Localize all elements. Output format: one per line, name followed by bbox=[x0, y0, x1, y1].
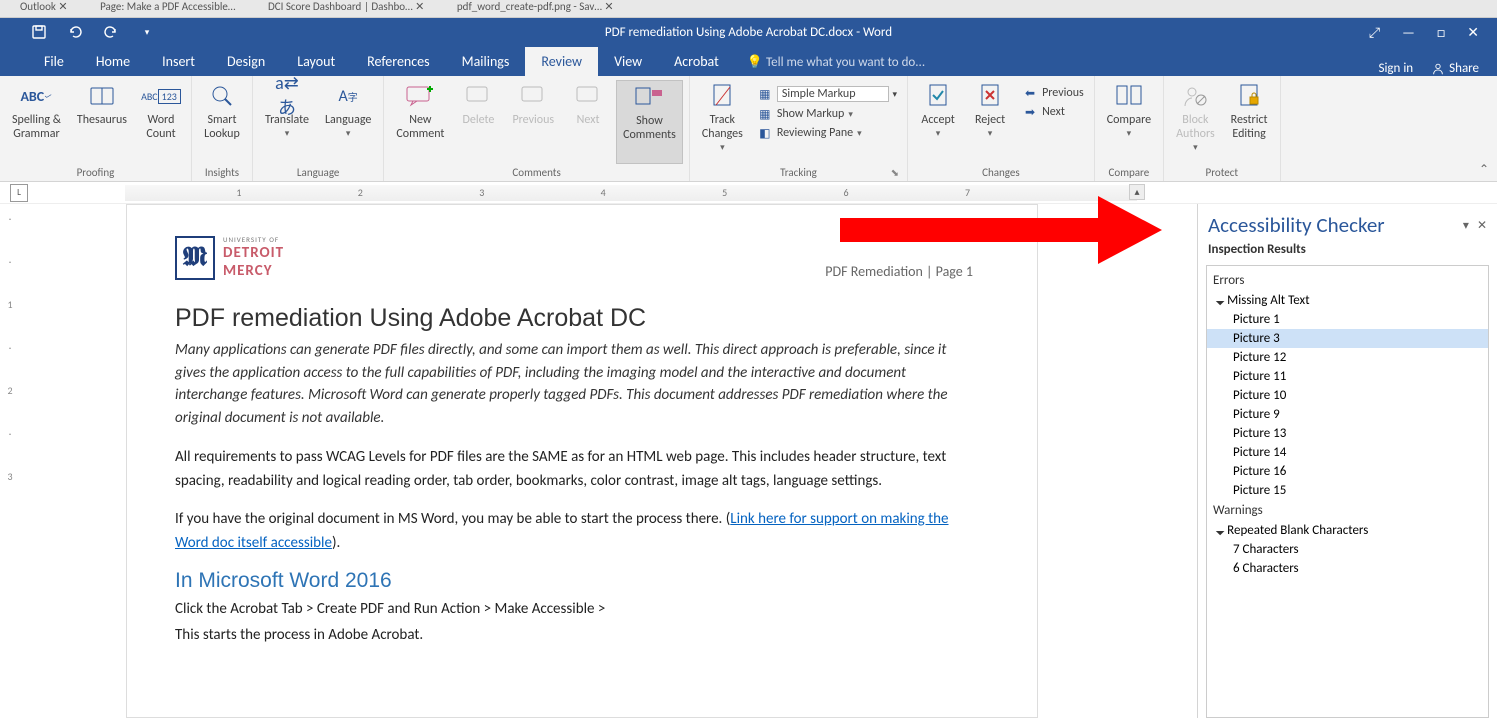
tab-acrobat[interactable]: Acrobat bbox=[658, 47, 735, 76]
doc-lead-paragraph: Many applications can generate PDF files… bbox=[175, 339, 973, 429]
undo-icon[interactable] bbox=[66, 23, 84, 41]
accessibility-warning-item[interactable]: 7 Characters bbox=[1207, 540, 1488, 559]
panel-dropdown-icon[interactable]: ▾ bbox=[1463, 218, 1469, 233]
doc-paragraph: All requirements to pass WCAG Levels for… bbox=[175, 445, 973, 493]
tab-insert[interactable]: Insert bbox=[146, 47, 211, 76]
accessibility-error-item[interactable]: Picture 15 bbox=[1207, 481, 1488, 500]
group-label: Tracking bbox=[780, 166, 817, 179]
ribbon: ABCSpelling & Grammar Thesaurus ABC123Wo… bbox=[0, 76, 1497, 182]
tab-selector[interactable]: L bbox=[10, 184, 28, 202]
changes-previous-button[interactable]: ⬅Previous bbox=[1018, 84, 1088, 102]
group-label: Compare bbox=[1101, 164, 1157, 181]
tab-design[interactable]: Design bbox=[211, 47, 281, 76]
group-label: Changes bbox=[914, 164, 1088, 181]
ruler: L 1 2 3 4 5 6 7 ▴ bbox=[0, 182, 1497, 204]
tracking-launcher-icon[interactable]: ⬊ bbox=[891, 166, 899, 179]
document-title: PDF remediation Using Adobe Acrobat DC.d… bbox=[0, 25, 1497, 40]
group-label: Proofing bbox=[6, 164, 185, 181]
doc-paragraph: Click the Acrobat Tab > Create PDF and R… bbox=[175, 597, 973, 621]
repeated-blank-chars-group[interactable]: Repeated Blank Characters bbox=[1207, 521, 1488, 540]
group-label: Insights bbox=[198, 164, 246, 181]
accessibility-error-item[interactable]: Picture 13 bbox=[1207, 424, 1488, 443]
accept-button[interactable]: Accept bbox=[914, 80, 962, 164]
doc-paragraph: If you have the original document in MS … bbox=[175, 507, 973, 555]
group-label: Language bbox=[259, 164, 377, 181]
browser-tab-strip: Outlook ✕ Page: Make a PDF Accessible… D… bbox=[0, 0, 1497, 18]
tab-mailings[interactable]: Mailings bbox=[446, 47, 526, 76]
share-button[interactable]: Share bbox=[1431, 61, 1479, 76]
vertical-ruler: ··1·2·3 bbox=[0, 204, 20, 718]
accessibility-error-item[interactable]: Picture 16 bbox=[1207, 462, 1488, 481]
accessibility-error-item[interactable]: Picture 3 bbox=[1207, 329, 1488, 348]
sign-in-link[interactable]: Sign in bbox=[1378, 61, 1413, 76]
errors-category: Errors bbox=[1207, 270, 1488, 291]
word-count-button[interactable]: ABC123Word Count bbox=[137, 80, 185, 164]
reviewing-pane-button[interactable]: ◧Reviewing Pane bbox=[753, 124, 901, 142]
smart-lookup-button[interactable]: Smart Lookup bbox=[198, 80, 246, 164]
redo-icon[interactable] bbox=[102, 23, 120, 41]
doc-heading-1: PDF remediation Using Adobe Acrobat DC bbox=[175, 304, 973, 333]
changes-next-button[interactable]: ➡Next bbox=[1018, 103, 1088, 121]
maximize-icon[interactable]: □ bbox=[1437, 24, 1445, 41]
block-authors-button: Block Authors bbox=[1170, 80, 1221, 164]
browser-tab[interactable]: Page: Make a PDF Accessible… bbox=[100, 0, 235, 13]
document-page[interactable]: 𝕸 UNIVERSITY OF DETROIT MERCY PDF Remedi… bbox=[126, 204, 1038, 718]
warnings-category: Warnings bbox=[1207, 500, 1488, 521]
menu-bar: FileHomeInsertDesignLayoutReferencesMail… bbox=[0, 46, 1497, 76]
accessibility-error-item[interactable]: Picture 14 bbox=[1207, 443, 1488, 462]
show-comments-button[interactable]: Show Comments bbox=[616, 80, 683, 164]
accessibility-error-item[interactable]: Picture 11 bbox=[1207, 367, 1488, 386]
missing-alt-text-group[interactable]: Missing Alt Text bbox=[1207, 291, 1488, 310]
save-icon[interactable] bbox=[30, 23, 48, 41]
markup-dropdown[interactable]: ▦Simple Markup▾ bbox=[753, 84, 901, 104]
show-markup-button[interactable]: ▦Show Markup bbox=[753, 105, 901, 123]
title-bar: ▾ PDF remediation Using Adobe Acrobat DC… bbox=[0, 18, 1497, 46]
tell-me-field[interactable]: 💡 Tell me what you want to do... bbox=[735, 49, 937, 76]
translate-button[interactable]: a⇄あTranslate bbox=[259, 80, 315, 164]
tab-home[interactable]: Home bbox=[80, 47, 146, 76]
group-label: Comments bbox=[390, 164, 683, 181]
language-button[interactable]: A字Language bbox=[319, 80, 377, 164]
qat-dropdown-icon[interactable]: ▾ bbox=[138, 23, 156, 41]
tab-file[interactable]: File bbox=[28, 47, 80, 76]
panel-title: Accessibility Checker bbox=[1208, 212, 1385, 238]
next-comment-button: Next bbox=[564, 80, 612, 164]
doc-paragraph: This starts the process in Adobe Acrobat… bbox=[175, 623, 973, 647]
reject-button[interactable]: Reject bbox=[966, 80, 1014, 164]
tab-references[interactable]: References bbox=[351, 47, 445, 76]
accessibility-error-item[interactable]: Picture 10 bbox=[1207, 386, 1488, 405]
tab-review[interactable]: Review bbox=[525, 47, 598, 76]
display-options-icon[interactable]: ⤢ bbox=[1369, 24, 1380, 41]
new-comment-button[interactable]: New Comment bbox=[390, 80, 450, 164]
panel-close-icon[interactable]: ✕ bbox=[1477, 218, 1487, 233]
delete-comment-button: Delete bbox=[454, 80, 502, 164]
minimize-icon[interactable]: — bbox=[1402, 24, 1415, 41]
compare-button[interactable]: Compare bbox=[1101, 80, 1157, 164]
accessibility-checker-panel: Accessibility Checker ▾ ✕ Inspection Resu… bbox=[1197, 204, 1497, 718]
close-icon[interactable]: ✕ bbox=[1467, 24, 1479, 41]
accessibility-warning-item[interactable]: 6 Characters bbox=[1207, 559, 1488, 578]
restrict-editing-button[interactable]: Restrict Editing bbox=[1225, 80, 1274, 164]
page-header-right: PDF Remediation | Page 1 bbox=[825, 263, 973, 280]
university-logo: 𝕸 UNIVERSITY OF DETROIT MERCY bbox=[175, 235, 284, 280]
thesaurus-button[interactable]: Thesaurus bbox=[71, 80, 133, 164]
horizontal-ruler[interactable]: 1 2 3 4 5 6 7 bbox=[125, 185, 1137, 201]
previous-comment-button: Previous bbox=[506, 80, 560, 164]
inspection-results-list[interactable]: Errors Missing Alt Text Picture 1Picture… bbox=[1206, 265, 1489, 718]
accessibility-error-item[interactable]: Picture 9 bbox=[1207, 405, 1488, 424]
scroll-up-icon[interactable]: ▴ bbox=[1129, 184, 1145, 200]
panel-subtitle: Inspection Results bbox=[1198, 240, 1497, 265]
track-changes-button[interactable]: Track Changes bbox=[696, 80, 749, 164]
browser-tab[interactable]: pdf_word_create-pdf.png - Sav… ✕ bbox=[457, 0, 614, 13]
spelling-grammar-button[interactable]: ABCSpelling & Grammar bbox=[6, 80, 67, 164]
accessibility-error-item[interactable]: Picture 1 bbox=[1207, 310, 1488, 329]
doc-heading-2: In Microsoft Word 2016 bbox=[175, 569, 973, 593]
browser-tab[interactable]: DCI Score Dashboard | Dashbo… ✕ bbox=[268, 0, 424, 13]
collapse-ribbon-icon[interactable]: ⌃ bbox=[1479, 162, 1489, 177]
browser-tab[interactable]: Outlook ✕ bbox=[20, 0, 68, 13]
accessibility-error-item[interactable]: Picture 12 bbox=[1207, 348, 1488, 367]
tab-view[interactable]: View bbox=[598, 47, 658, 76]
group-label: Protect bbox=[1170, 164, 1273, 181]
